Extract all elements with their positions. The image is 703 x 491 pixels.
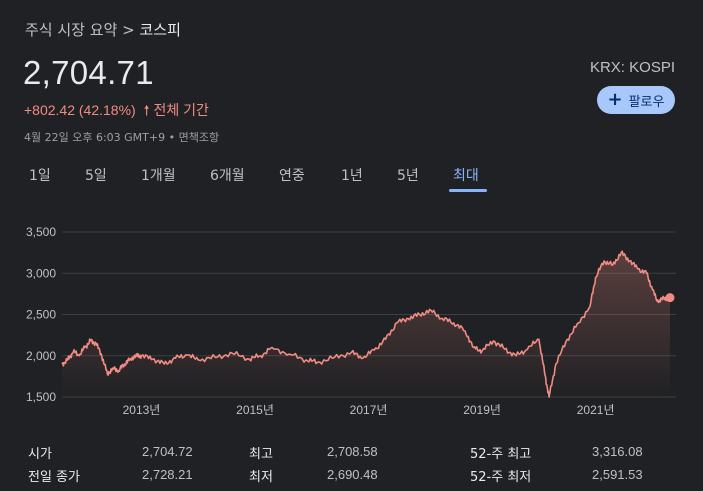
breadcrumb-parent-link[interactable]: 주식 시장 요약 (25, 21, 117, 39)
price-change-period: 전체 기간 (153, 102, 209, 118)
stat-52w-high-value: 3,316.08 (592, 444, 643, 459)
stat-prev-close-label: 전일 종가 (28, 470, 80, 485)
tab-max[interactable]: 최대 (453, 165, 479, 185)
tab-1y[interactable]: 1년 (341, 165, 363, 185)
plus-icon: + (607, 89, 623, 110)
x-tick-label: 2013년 (123, 403, 161, 417)
active-tab-indicator (449, 189, 487, 192)
x-tick-label: 2015년 (236, 403, 274, 417)
tab-1m[interactable]: 1개월 (141, 165, 176, 185)
exchange-ticker: KRX: KOSPI (589, 59, 675, 76)
current-price: 2,704.71 (23, 54, 154, 91)
breadcrumb-current: 코스피 (139, 21, 181, 39)
follow-button[interactable]: + 팔로우 (597, 86, 675, 114)
current-price-marker (665, 293, 675, 303)
y-tick-label: 3,500 (26, 225, 56, 239)
quote-timestamp: 4월 22일 오후 6:03 GMT+9 • 면책조항 (24, 131, 220, 144)
stat-low-value: 2,690.48 (327, 467, 378, 482)
price-chart[interactable]: 3,500 3,000 2,500 2,000 1,500 2013년 2015년 2017… (0, 220, 703, 420)
tab-6m[interactable]: 6개월 (210, 165, 245, 185)
stat-52w-high-label: 52-주 최고 (470, 447, 532, 462)
stat-52w-low-value: 2,591.53 (592, 467, 643, 482)
x-tick-label: 2021년 (577, 403, 615, 417)
breadcrumb-separator: > (122, 21, 135, 39)
price-change-value: +802.42 (42.18%) (24, 102, 136, 118)
y-tick-label: 3,000 (26, 266, 56, 280)
y-tick-label: 2,500 (26, 308, 56, 322)
price-change: +802.42 (42.18%) 🠕 전체 기간 (24, 100, 209, 124)
breadcrumb: 주식 시장 요약 > 코스피 (25, 19, 181, 40)
stat-high-label: 최고 (249, 447, 273, 462)
stat-52w-low-label: 52-주 최저 (470, 470, 532, 485)
arrow-up-icon: 🠕 (143, 102, 150, 118)
follow-button-label: 팔로우 (628, 94, 665, 110)
stat-open-value: 2,704.72 (142, 444, 193, 459)
x-tick-label: 2019년 (463, 403, 501, 417)
tab-5y[interactable]: 5년 (397, 165, 419, 185)
tab-1d[interactable]: 1일 (29, 165, 51, 185)
stat-low-label: 최저 (249, 470, 273, 485)
y-tick-label: 2,000 (26, 349, 56, 363)
range-tabs: 1일 5일 1개월 6개월 연중 1년 5년 최대 (0, 165, 703, 195)
y-tick-label: 1,500 (26, 390, 56, 404)
tab-5d[interactable]: 5일 (85, 165, 107, 185)
tab-ytd[interactable]: 연중 (279, 165, 305, 185)
stat-open-label: 시가 (28, 447, 52, 462)
stat-high-value: 2,708.58 (327, 444, 378, 459)
stat-prev-close-value: 2,728.21 (142, 467, 193, 482)
x-tick-label: 2017년 (350, 403, 388, 417)
